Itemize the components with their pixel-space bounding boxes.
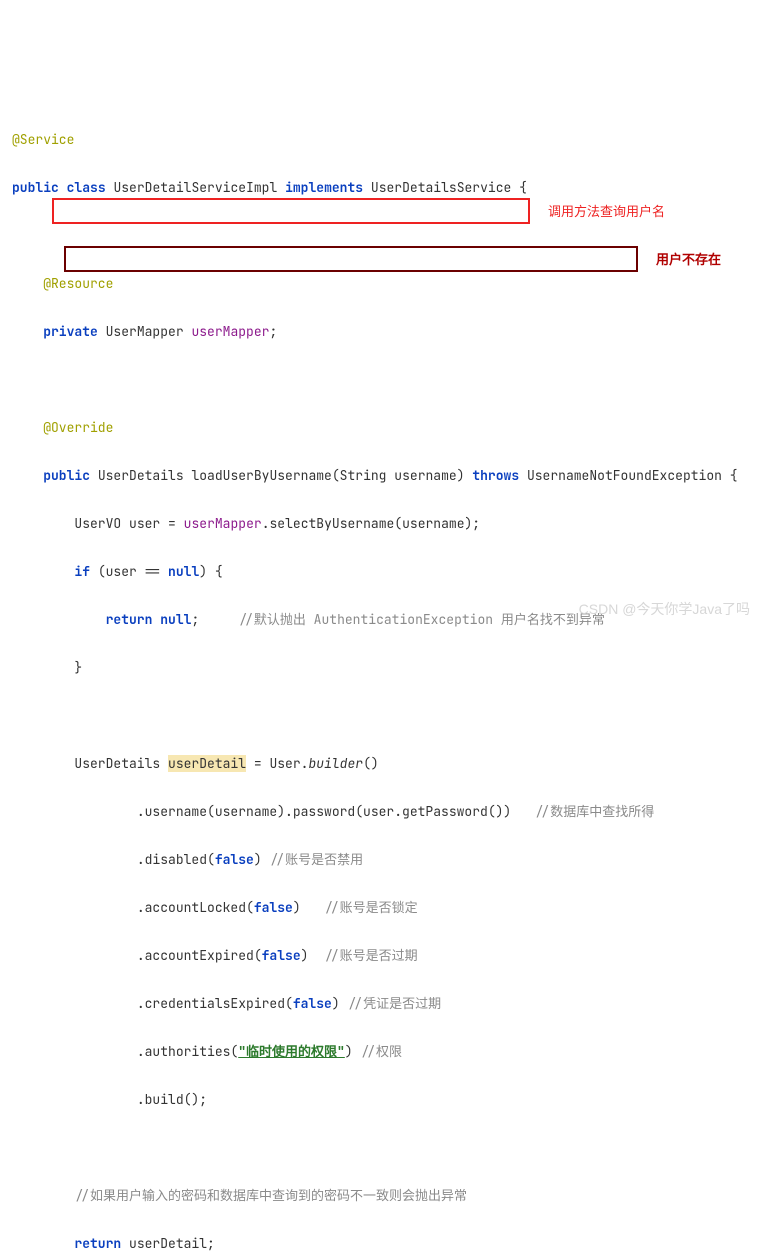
kw: class <box>67 179 106 196</box>
type: UserDetails <box>98 467 184 484</box>
paren: () <box>363 755 379 772</box>
cond: ) { <box>199 563 222 580</box>
cond: (user == <box>98 563 160 580</box>
comment: //账号是否禁用 <box>269 851 363 868</box>
false: false <box>293 995 332 1012</box>
chain: .accountExpired( <box>137 947 262 964</box>
comment: //数据库中查找所得 <box>535 803 655 820</box>
kw: if <box>74 563 90 580</box>
false: false <box>254 899 293 916</box>
brace: } <box>74 659 82 676</box>
brace: { <box>519 179 527 196</box>
highlight-box-red <box>52 198 530 224</box>
method-name: loadUserByUsername <box>191 467 331 484</box>
chain: .credentialsExpired( <box>137 995 293 1012</box>
comment: //默认抛出 AuthenticationException 用户名找不到异常 <box>238 611 605 628</box>
highlight-box-dark <box>64 246 638 272</box>
comment: //凭证是否过期 <box>347 995 441 1012</box>
false: false <box>215 851 254 868</box>
kw: public <box>12 179 59 196</box>
string: "临时使用的权限" <box>238 1043 345 1060</box>
anno-service: @Service <box>12 131 74 148</box>
kw: implements <box>285 179 363 196</box>
comment: //账号是否锁定 <box>324 899 418 916</box>
op: = <box>168 515 176 532</box>
annotation-lookup: 调用方法查询用户名 <box>548 200 665 224</box>
semi: ; <box>191 611 199 628</box>
kw: return <box>74 1235 121 1252</box>
chain: .build(); <box>137 1091 207 1108</box>
iface-name: UserDetailsService <box>371 179 511 196</box>
chain: .disabled( <box>137 851 215 868</box>
null: null <box>168 563 199 580</box>
null: null <box>160 611 191 628</box>
param: username <box>394 467 456 484</box>
comment: //权限 <box>360 1043 402 1060</box>
kw: private <box>43 323 98 340</box>
chain: .accountLocked( <box>137 899 254 916</box>
paren: ) <box>332 995 340 1012</box>
op: = User. <box>254 755 309 772</box>
anno-override: @Override <box>43 419 113 436</box>
field: userMapper <box>191 323 269 340</box>
exc: UsernameNotFoundException <box>527 467 722 484</box>
type: UserDetails <box>74 755 160 772</box>
code-block: @Service public class UserDetailServiceI… <box>8 104 764 1258</box>
paren: ) <box>254 851 262 868</box>
anno-resource: @Resource <box>43 275 113 292</box>
call: .selectByUsername(username); <box>262 515 480 532</box>
static-call: builder <box>308 755 363 772</box>
var-highlight: userDetail <box>168 755 246 772</box>
class-name: UserDetailServiceImpl <box>113 179 277 196</box>
type: UserMapper <box>106 323 184 340</box>
comment: //如果用户输入的密码和数据库中查询到的密码不一致则会抛出异常 <box>74 1187 467 1204</box>
semi: ; <box>269 323 277 340</box>
annotation-notfound: 用户不存在 <box>656 248 721 272</box>
brace: { <box>730 467 738 484</box>
chain: .authorities( <box>137 1043 238 1060</box>
var: userDetail; <box>129 1235 215 1252</box>
chain: .username(username).password(user.getPas… <box>137 803 511 820</box>
paren: ) <box>345 1043 353 1060</box>
field: userMapper <box>184 515 262 532</box>
paren: ) <box>293 899 301 916</box>
comment: //账号是否过期 <box>324 947 418 964</box>
kw: return <box>106 611 153 628</box>
false: false <box>262 947 301 964</box>
type: UserVO <box>74 515 121 532</box>
type: String <box>340 467 387 484</box>
var: user <box>129 515 160 532</box>
kw: public <box>43 467 90 484</box>
kw: throws <box>472 467 519 484</box>
paren: ) <box>301 947 309 964</box>
